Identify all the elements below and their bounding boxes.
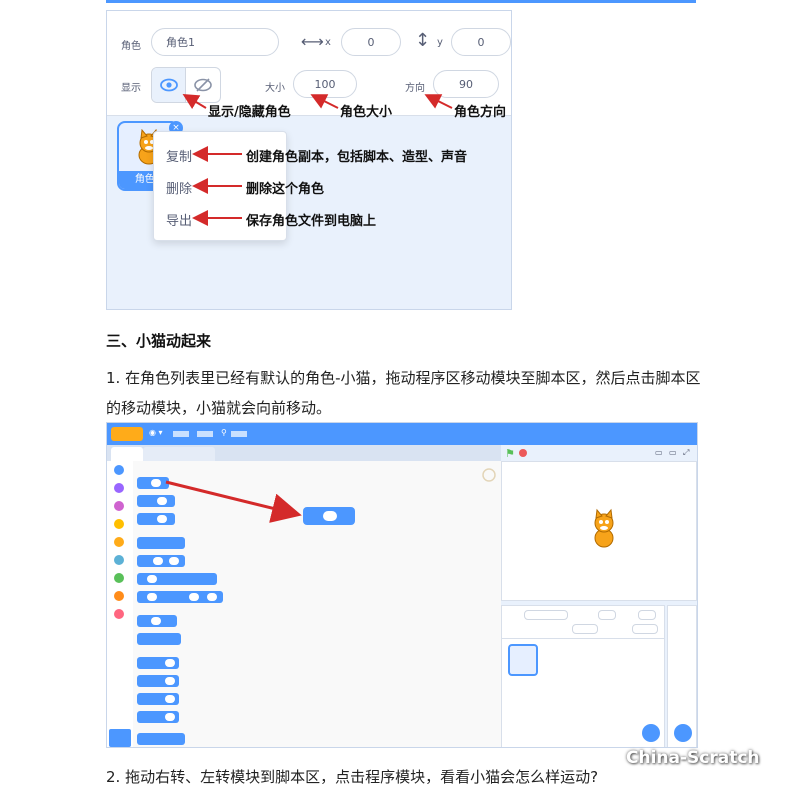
- sprite-pane: [501, 605, 665, 747]
- mini-sprite-tile[interactable]: [508, 644, 538, 676]
- stage-pane: [667, 605, 697, 747]
- paragraph-1: 1. 在角色列表里已经有默认的角色-小猫，拖动程序区移动模块至脚本区，然后点击脚…: [106, 369, 701, 417]
- category-operators[interactable]: [114, 573, 124, 583]
- extension-button[interactable]: [109, 729, 131, 747]
- block-change-x[interactable]: [137, 657, 179, 669]
- annotation-size: 角色大小: [340, 105, 393, 120]
- mini-x-field[interactable]: [598, 610, 616, 620]
- mini-y-field[interactable]: [638, 610, 656, 620]
- annotation-direction: 角色方向: [454, 105, 507, 120]
- mini-sprite-name-field[interactable]: [524, 610, 568, 620]
- block-go-to-xy[interactable]: [137, 555, 185, 567]
- block-point-towards[interactable]: [137, 633, 181, 645]
- block-point-direction[interactable]: [137, 615, 177, 627]
- section-heading: 三、小猫动起来: [106, 332, 212, 350]
- drag-arrow: [165, 480, 302, 523]
- block-set-x[interactable]: [137, 675, 179, 687]
- block-glide-to-xy[interactable]: [137, 591, 223, 603]
- sprite-pane-info: [502, 606, 664, 639]
- annotation-export: 保存角色文件到电脑上: [246, 214, 377, 229]
- watermark: China-Scratch: [626, 748, 760, 768]
- add-sprite-button[interactable]: [642, 724, 660, 742]
- block-set-y[interactable]: [137, 711, 179, 723]
- paragraph-2: 2. 拖动右转、左转模块到脚本区，点击程序模块，看看小猫会怎么样运动?: [106, 768, 599, 786]
- category-variables[interactable]: [114, 591, 124, 601]
- category-sensing[interactable]: [114, 555, 124, 565]
- annotation-delete: 删除这个角色: [246, 182, 325, 197]
- block-if-on-edge-bounce[interactable]: [137, 733, 185, 745]
- category-my-blocks[interactable]: [114, 609, 124, 619]
- mini-direction-field[interactable]: [632, 624, 658, 634]
- annotation-copy: 创建角色副本，包括脚本、造型、声音: [246, 150, 468, 165]
- mini-size-field[interactable]: [572, 624, 598, 634]
- add-backdrop-button[interactable]: [674, 724, 692, 742]
- block-glide-to[interactable]: [137, 573, 217, 585]
- block-change-y[interactable]: [137, 693, 179, 705]
- annotation-show-hide: 显示/隐藏角色: [208, 105, 291, 120]
